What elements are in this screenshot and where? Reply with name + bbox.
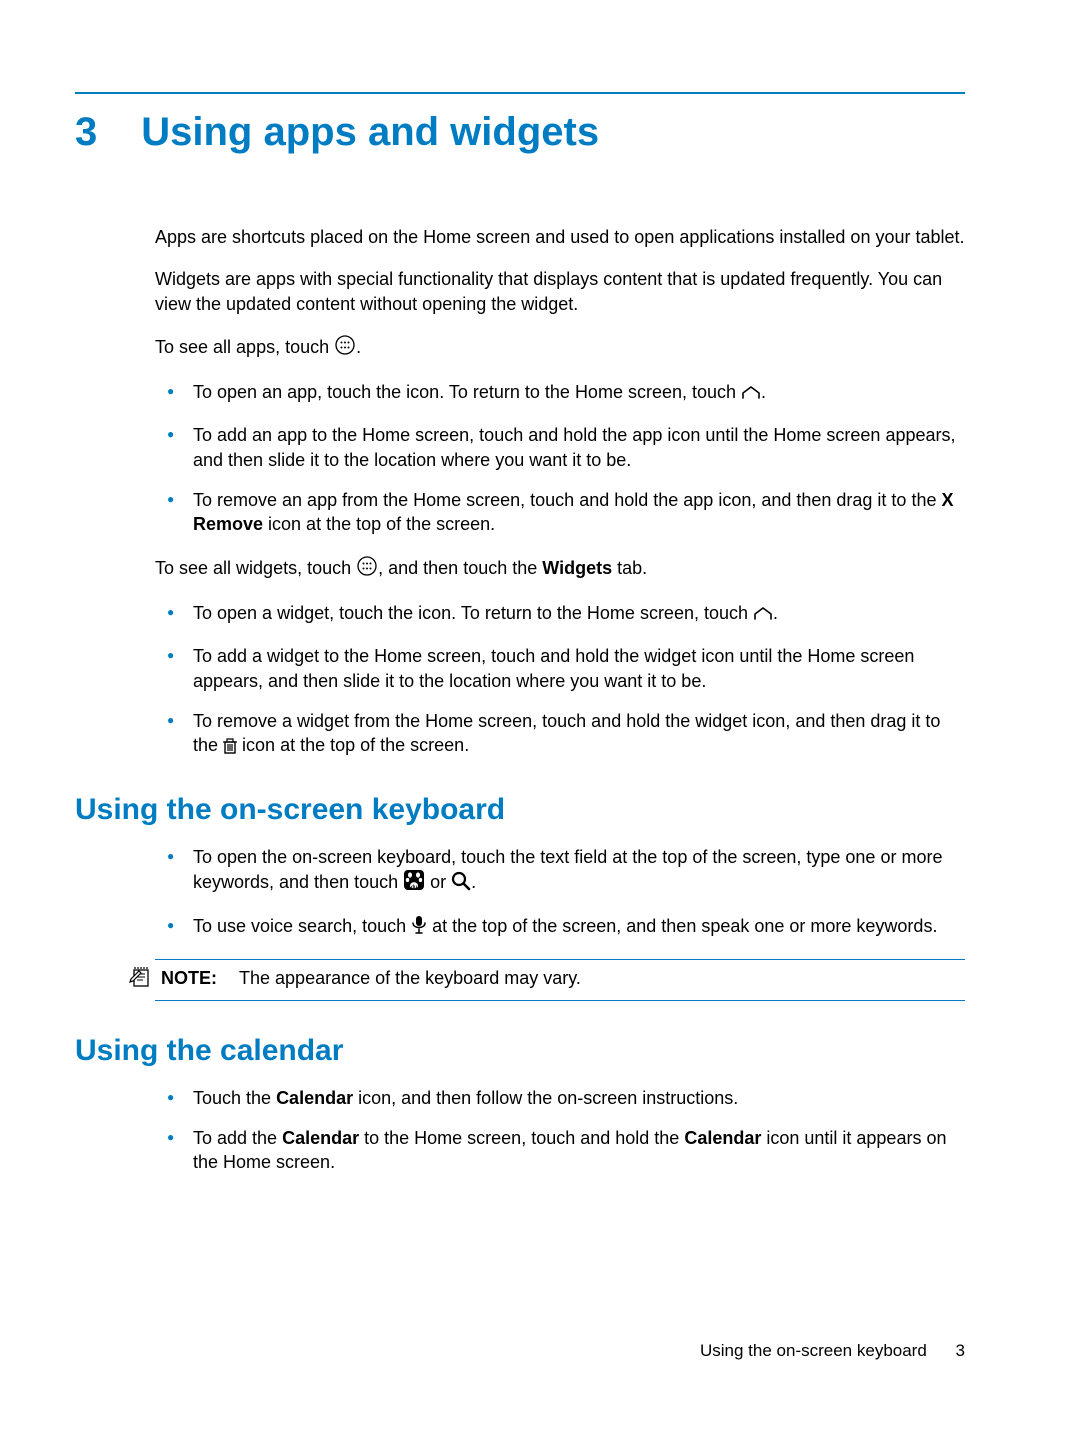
all-apps-icon [334, 334, 356, 362]
page-number: 3 [956, 1341, 965, 1360]
see-all-widgets-line: To see all widgets, touch , and then tou… [155, 555, 965, 583]
widgets-tab-bold: Widgets [542, 558, 612, 578]
note-box: NOTE: The appearance of the keyboard may… [155, 959, 965, 1001]
text: icon at the top of the screen. [242, 735, 469, 755]
text: To open an app, touch the icon. To retur… [193, 382, 741, 402]
list-item: To add the Calendar to the Home screen, … [155, 1126, 965, 1175]
chapter-top-rule [75, 92, 965, 94]
footer-section-title: Using the on-screen keyboard [700, 1341, 927, 1360]
list-item: To remove a widget from the Home screen,… [155, 709, 965, 761]
calendar-bold: Calendar [276, 1088, 353, 1108]
body-content: Apps are shortcuts placed on the Home sc… [155, 225, 965, 1175]
section-heading-keyboard: Using the on-screen keyboard [75, 790, 965, 831]
list-item: To use voice search, touch at the top of… [155, 914, 965, 941]
text: tab. [612, 558, 647, 578]
section-heading-calendar: Using the calendar [75, 1031, 965, 1072]
see-all-apps-line: To see all apps, touch . [155, 334, 965, 362]
chapter-number: 3 [75, 110, 97, 155]
calendar-bold: Calendar [282, 1128, 359, 1148]
search-icon [451, 871, 471, 897]
list-item: To remove an app from the Home screen, t… [155, 488, 965, 537]
text: To add the [193, 1128, 282, 1148]
list-item: To open the on-screen keyboard, touch th… [155, 845, 965, 898]
text: . [761, 382, 766, 402]
text: . [773, 603, 778, 623]
apps-bullet-list: To open an app, touch the icon. To retur… [155, 380, 965, 536]
page-footer: Using the on-screen keyboard 3 [700, 1341, 965, 1361]
text: Touch the [193, 1088, 276, 1108]
text: To see all apps, touch [155, 337, 334, 357]
text: To open a widget, touch the icon. To ret… [193, 603, 753, 623]
list-item: To open a widget, touch the icon. To ret… [155, 601, 965, 628]
text: To remove an app from the Home screen, t… [193, 490, 941, 510]
intro-paragraph-1: Apps are shortcuts placed on the Home sc… [155, 225, 965, 249]
all-apps-icon [356, 555, 378, 583]
text: . [471, 872, 476, 892]
svg-text:du: du [411, 885, 417, 891]
home-icon [741, 383, 761, 407]
baidu-search-icon: du [403, 869, 425, 897]
text: . [356, 337, 361, 357]
widgets-bullet-list: To open a widget, touch the icon. To ret… [155, 601, 965, 760]
keyboard-bullet-list: To open the on-screen keyboard, touch th… [155, 845, 965, 941]
calendar-bold: Calendar [684, 1128, 761, 1148]
text: at the top of the screen, and then speak… [432, 916, 937, 936]
chapter-heading: 3 Using apps and widgets [75, 110, 965, 155]
text: to the Home screen, touch and hold the [359, 1128, 684, 1148]
text: icon at the top of the screen. [263, 514, 495, 534]
list-item: To add an app to the Home screen, touch … [155, 423, 965, 472]
list-item: To open an app, touch the icon. To retur… [155, 380, 965, 407]
calendar-bullet-list: Touch the Calendar icon, and then follow… [155, 1086, 965, 1175]
text: icon, and then follow the on-screen inst… [353, 1088, 738, 1108]
text: , and then touch the [378, 558, 542, 578]
note-icon [129, 966, 153, 994]
text: To see all widgets, touch [155, 558, 356, 578]
intro-paragraph-2: Widgets are apps with special functional… [155, 267, 965, 316]
chapter-title: Using apps and widgets [141, 110, 599, 155]
text: To use voice search, touch [193, 916, 411, 936]
note-label: NOTE: [161, 966, 217, 990]
text: or [425, 872, 451, 892]
note-text: The appearance of the keyboard may vary. [239, 966, 581, 990]
home-icon [753, 604, 773, 628]
list-item: To add a widget to the Home screen, touc… [155, 644, 965, 693]
list-item: Touch the Calendar icon, and then follow… [155, 1086, 965, 1110]
trash-icon [223, 736, 237, 760]
text: To open the on-screen keyboard, touch th… [193, 847, 942, 892]
microphone-icon [411, 915, 427, 941]
